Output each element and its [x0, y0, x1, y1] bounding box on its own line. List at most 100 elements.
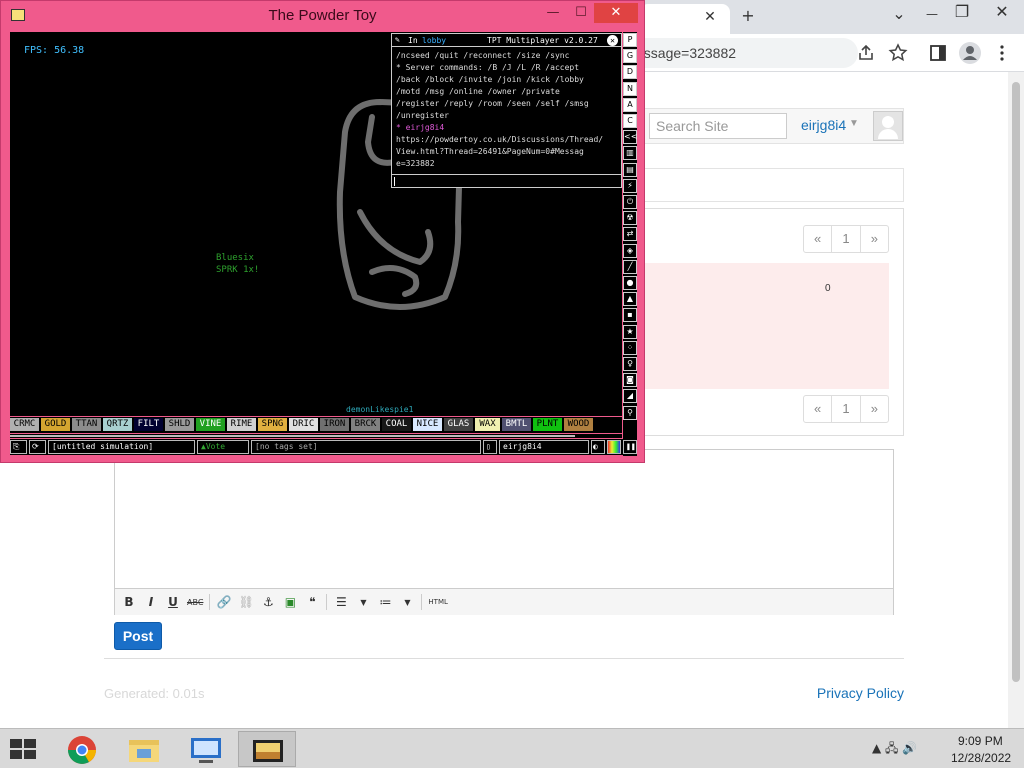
sidebar-tool-button[interactable]: ▲ [623, 292, 637, 307]
privacy-policy-link[interactable]: Privacy Policy [817, 685, 904, 701]
username-link[interactable]: eirjg8i4 [801, 117, 846, 133]
avatar[interactable] [873, 111, 903, 141]
address-bar[interactable]: essage=323882 [628, 38, 858, 68]
element-button[interactable]: GOLD [41, 418, 70, 431]
element-button[interactable]: COAL [382, 418, 411, 431]
page-scrollbar[interactable] [1008, 72, 1024, 728]
sidebar-tool-button[interactable]: A [623, 97, 637, 112]
minimize-icon[interactable]: — [920, 4, 944, 24]
chevron-down-icon[interactable]: ▼ [355, 598, 371, 607]
element-button[interactable]: BMTL [502, 418, 531, 431]
minimize-icon[interactable]: — [541, 3, 565, 23]
powder-toy-titlebar[interactable]: The Powder Toy — ☐ ✕ [1, 1, 644, 31]
star-icon[interactable] [888, 43, 908, 63]
element-button[interactable]: SPNG [258, 418, 287, 431]
pager-prev-button[interactable]: « [804, 396, 833, 422]
element-scroll-thumb[interactable] [10, 435, 575, 437]
element-button[interactable]: TTAN [72, 418, 101, 431]
chrome-icon[interactable] [52, 731, 110, 767]
sidebar-tool-button[interactable]: P [623, 33, 637, 47]
numbered-list-icon[interactable]: ≔ [377, 595, 393, 609]
user-menu-caret-icon[interactable]: ▼ [849, 118, 859, 129]
system-tray-icons[interactable]: ▲ 🖧 🔊 [872, 739, 917, 760]
pager-page-1[interactable]: 1 [832, 226, 861, 252]
chat-input[interactable] [392, 174, 621, 187]
sidebar-tool-button[interactable]: N [623, 81, 637, 96]
underline-button[interactable]: U [165, 595, 181, 609]
element-button[interactable]: SHLD [165, 418, 194, 431]
remote-desktop-icon[interactable] [176, 731, 234, 767]
element-button[interactable]: FILT [134, 418, 163, 431]
sidebar-tool-button[interactable]: ⁘ [623, 340, 637, 355]
chevron-down-icon[interactable]: ▼ [399, 598, 415, 607]
sidebar-tool-button[interactable]: G [623, 49, 637, 64]
image-icon[interactable]: ▣ [282, 595, 298, 609]
quote-icon[interactable]: ❝ [304, 595, 320, 609]
open-save-icon[interactable]: ⎘ [10, 440, 27, 454]
sidebar-tool-button[interactable]: ◢ [623, 389, 637, 404]
close-icon[interactable]: ✕ [594, 3, 638, 23]
element-button[interactable]: BRCK [351, 418, 380, 431]
login-user-field[interactable]: eirjg8i4 [499, 440, 589, 454]
reload-icon[interactable]: ⟳ [29, 440, 46, 454]
sidebar-tool-button[interactable]: ▥ [623, 146, 637, 161]
link-icon[interactable]: 🔗 [216, 595, 232, 609]
settings-icon[interactable]: ◐ [591, 440, 605, 454]
anchor-icon[interactable]: ⚓ [260, 595, 276, 609]
save-name-field[interactable]: [untitled simulation] [48, 440, 195, 454]
bulleted-list-icon[interactable]: ☰ [333, 595, 349, 609]
element-button[interactable]: WOOD [564, 418, 593, 431]
sidebar-tool-button[interactable]: ⚡ [623, 178, 637, 193]
windows-start-icon[interactable] [8, 737, 38, 761]
menu-icon[interactable] [994, 43, 1010, 63]
profile-icon[interactable] [958, 41, 982, 65]
clock-time[interactable]: 9:09 PM [958, 734, 1003, 748]
new-simulation-icon[interactable]: ▯ [483, 440, 497, 454]
element-button[interactable]: QRTZ [103, 418, 132, 431]
strikethrough-button[interactable]: ABC [187, 598, 203, 607]
sidebar-tool-button[interactable]: ◈ [623, 243, 637, 258]
sidebar-icon[interactable] [928, 43, 948, 63]
element-button[interactable]: VINE [196, 418, 225, 431]
element-button[interactable]: DRIC [289, 418, 318, 431]
element-button[interactable]: CRMC [10, 418, 39, 431]
sidebar-tool-button[interactable]: ╱ [623, 259, 637, 274]
sidebar-tool-button[interactable]: ☢ [623, 211, 637, 226]
element-button[interactable]: PLNT [533, 418, 562, 431]
sidebar-tool-button[interactable]: D [623, 65, 637, 80]
sidebar-tool-button[interactable]: ● [623, 276, 637, 290]
italic-button[interactable]: I [143, 595, 159, 609]
sidebar-tool-button[interactable]: ⇄ [623, 227, 637, 242]
pager-next-button[interactable]: » [861, 226, 888, 252]
pencil-icon[interactable]: ✎ [395, 35, 400, 44]
share-icon[interactable] [856, 43, 876, 63]
pager-next-button[interactable]: » [861, 396, 888, 422]
sidebar-tool-button[interactable]: ♀ [623, 357, 637, 371]
unlink-icon[interactable]: ⛓ [238, 595, 254, 609]
reply-editor[interactable]: B I U ABC 🔗 ⛓ ⚓ ▣ ❝ ☰ ▼ ≔ ▼ HTML [114, 449, 894, 615]
maximize-icon[interactable]: ☐ [569, 3, 593, 23]
sidebar-tool-button[interactable]: ▤ [623, 162, 637, 177]
pager-page-1[interactable]: 1 [832, 396, 861, 422]
element-bar-scroll[interactable] [10, 434, 622, 438]
sidebar-tool-button[interactable]: ⚲ [623, 405, 637, 420]
element-button[interactable]: NICE [413, 418, 442, 431]
pager-prev-button[interactable]: « [804, 226, 833, 252]
renderer-icon[interactable] [607, 440, 621, 454]
bold-button[interactable]: B [121, 595, 137, 609]
chat-close-icon[interactable]: ✕ [607, 35, 618, 46]
sidebar-tool-button[interactable]: << [623, 130, 637, 145]
element-button[interactable]: IRON [320, 418, 349, 431]
element-button[interactable]: RIME [227, 418, 256, 431]
vote-button[interactable]: ▲Vote [197, 440, 249, 454]
post-button[interactable]: Post [114, 622, 162, 650]
powder-toy-icon[interactable] [238, 731, 296, 767]
tab-search-chevron-icon[interactable]: ⌄ [887, 4, 911, 24]
restore-icon[interactable]: ❐ [950, 2, 974, 22]
html-source-button[interactable]: HTML [428, 598, 447, 606]
element-button[interactable]: WAX [475, 418, 500, 431]
tab-close-icon[interactable]: ✕ [698, 7, 722, 27]
clock-date[interactable]: 12/28/2022 [951, 751, 1011, 765]
browser-close-icon[interactable]: ✕ [990, 2, 1014, 22]
tags-field[interactable]: [no tags set] [251, 440, 481, 454]
